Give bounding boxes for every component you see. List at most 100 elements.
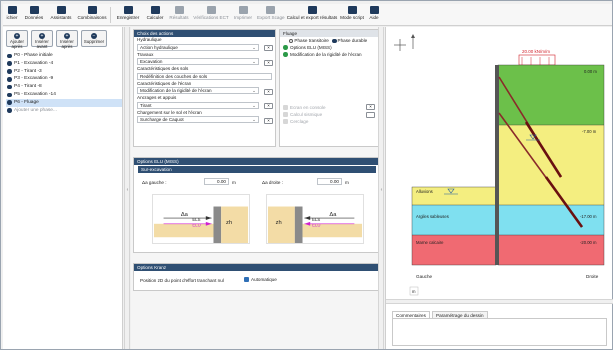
- bottom-splitter[interactable]: [386, 299, 613, 304]
- sur-excavation-right-diagram: zh ELS ELU Δa: [266, 194, 364, 244]
- export-scage-button[interactable]: Export Scage: [257, 4, 285, 26]
- remove-action-button[interactable]: ×: [264, 88, 273, 95]
- level-label: -20.00 m: [580, 240, 597, 245]
- remove-action-button[interactable]: ×: [264, 117, 273, 124]
- collapse-right-icon: ‹: [380, 187, 383, 193]
- results-button[interactable]: Résultats: [168, 4, 190, 26]
- hydraulic-select[interactable]: Action hydraulique ⌄: [137, 43, 259, 51]
- ribbon-separator: [110, 7, 111, 23]
- check-circle-icon: [283, 45, 288, 50]
- remove-console-button[interactable]: ×: [366, 104, 375, 110]
- actions-header: Choix des actions: [134, 30, 275, 37]
- calc-export-button[interactable]: Calcul et export résultats: [286, 4, 338, 26]
- radio-transitory[interactable]: [289, 38, 294, 43]
- data-button[interactable]: Données: [23, 4, 45, 26]
- sur-excavation-left-diagram: Δa ELS ELU zh: [152, 194, 250, 244]
- chevron-down-icon: ⌄: [252, 117, 256, 122]
- phase-item[interactable]: P4 - Tirant -8: [6, 83, 122, 91]
- delete-phase-button[interactable]: − Supprimer: [81, 30, 107, 47]
- elu-options-item[interactable]: Options ELU (MISS): [280, 44, 380, 51]
- diagram-elu-label: ELU: [192, 223, 200, 228]
- remove-action-button[interactable]: ×: [264, 45, 273, 51]
- scale-label: m: [412, 289, 416, 294]
- insert-before-button[interactable]: + Insérer avant: [31, 30, 53, 48]
- edit-seismic-button[interactable]: [366, 112, 375, 118]
- code-icon: [347, 6, 357, 14]
- phase-toolbar: + Ajouter après + Insérer avant + Insére…: [6, 30, 122, 48]
- fluage-box: Fluage Phase transitoire Phase durable O…: [279, 29, 381, 147]
- comments-area[interactable]: [392, 318, 607, 346]
- phase-icon: [7, 100, 12, 105]
- sur-excavation-header: Sur-excavation: [138, 166, 376, 173]
- help-button[interactable]: Aide: [366, 4, 382, 26]
- loading-select[interactable]: Surcharge de Caquot ⌄: [137, 116, 259, 123]
- diagram-zh-label: zh: [226, 220, 232, 226]
- file-button[interactable]: ichier: [3, 4, 21, 26]
- phase-item[interactable]: P5 - Excavation -14: [6, 91, 122, 99]
- verifications-button[interactable]: Vérifications ECT: [192, 4, 230, 26]
- console-wall-item[interactable]: Ecran en console: [280, 104, 360, 111]
- app-window: ichier Données Assistants Combinaisons E…: [0, 0, 613, 350]
- add-phase-link[interactable]: Ajouter une phase...: [6, 107, 122, 115]
- chevron-down-icon: ⌄: [252, 102, 256, 108]
- check-circle-icon: [283, 52, 288, 57]
- check-icon: [206, 6, 216, 14]
- radio-durable[interactable]: [332, 38, 337, 43]
- phase-item[interactable]: P1 - Excavation -4: [6, 60, 122, 68]
- delta-left-unit: m: [232, 180, 236, 185]
- soil-profile-drawing: 20.00 kN/m/m 0.00 m -7.00 m -17.00 m -20…: [394, 34, 605, 296]
- grid-icon: [29, 6, 39, 14]
- add-phase-after-button[interactable]: + Ajouter après: [6, 30, 28, 48]
- combination-icon: [87, 6, 97, 14]
- soil-characteristics-select[interactable]: Redéfinition des couches de sols: [137, 72, 272, 80]
- phase-item-selected[interactable]: P6 - Fluage: [6, 98, 122, 107]
- works-select[interactable]: Excavation ⌄: [137, 58, 259, 65]
- plus-icon: [7, 108, 12, 113]
- delta-left-input[interactable]: 0.00: [204, 178, 229, 185]
- delta-right-label: Δa droite :: [262, 180, 283, 185]
- left-splitter[interactable]: ‹: [124, 27, 130, 349]
- chevron-down-icon: ⌄: [252, 44, 256, 50]
- file-icon: [7, 6, 17, 14]
- right-splitter[interactable]: ‹: [378, 27, 384, 349]
- wizard-icon: [56, 6, 66, 14]
- rigidity-modification-item[interactable]: Modification de la rigidité de l'écran: [280, 51, 380, 58]
- phase-item[interactable]: P0 - Phase initiale: [6, 52, 122, 60]
- delta-right-unit: m: [345, 180, 349, 185]
- layer-name: Marne calcaire: [416, 240, 444, 245]
- remove-action-button[interactable]: ×: [264, 59, 273, 66]
- phase-item[interactable]: P2 - Tirant -3: [6, 68, 122, 76]
- anchors-select[interactable]: Tirant ⌄: [137, 101, 259, 109]
- wall-characteristics-select[interactable]: Modification de la rigidité de l'écran ⌄: [137, 87, 259, 94]
- axis-icon: [394, 34, 415, 51]
- combinations-button[interactable]: Combinaisons: [76, 4, 108, 26]
- automatic-checkbox[interactable]: Automatique: [244, 277, 277, 283]
- remove-action-button[interactable]: ×: [264, 103, 273, 109]
- green-layer: [498, 65, 604, 125]
- phase-item[interactable]: P3 - Excavation -9: [6, 75, 122, 83]
- script-mode-button[interactable]: Mode script: [340, 4, 364, 26]
- diagram-zh-label: zh: [276, 220, 282, 226]
- kranz-header: Options Kranz: [134, 264, 380, 271]
- phase-icon: [7, 92, 12, 98]
- drawing-panel: 20.00 kN/m/m 0.00 m -7.00 m -17.00 m -20…: [385, 27, 613, 349]
- phases-panel: + Ajouter après + Insérer avant + Insére…: [3, 27, 123, 349]
- export-icon: [265, 6, 275, 14]
- calculate-button[interactable]: Calculer: [144, 4, 166, 26]
- results-icon: [174, 6, 184, 14]
- assistants-button[interactable]: Assistants: [48, 4, 74, 26]
- diagram-els-label: ELS: [192, 217, 200, 222]
- chevron-down-icon: ⌄: [252, 59, 256, 64]
- layer-name: Argiles sableuses: [416, 214, 449, 219]
- elu-options-header: Options ELU (MISS): [134, 158, 380, 165]
- fluage-header: Fluage: [280, 30, 380, 37]
- insert-after-button[interactable]: + Insérer après: [56, 30, 78, 48]
- delta-right-input[interactable]: 0.00: [317, 178, 342, 185]
- checkbox-icon: [283, 105, 288, 110]
- save-button[interactable]: Enregistrer: [114, 4, 142, 26]
- surcharge-label: 20.00 kN/m/m: [522, 49, 550, 54]
- cerclage-item[interactable]: Cerclage: [280, 118, 360, 125]
- print-button[interactable]: Imprimer: [232, 4, 254, 26]
- phase-icon: [7, 61, 12, 66]
- seismic-item[interactable]: Calcul sismique: [280, 111, 360, 118]
